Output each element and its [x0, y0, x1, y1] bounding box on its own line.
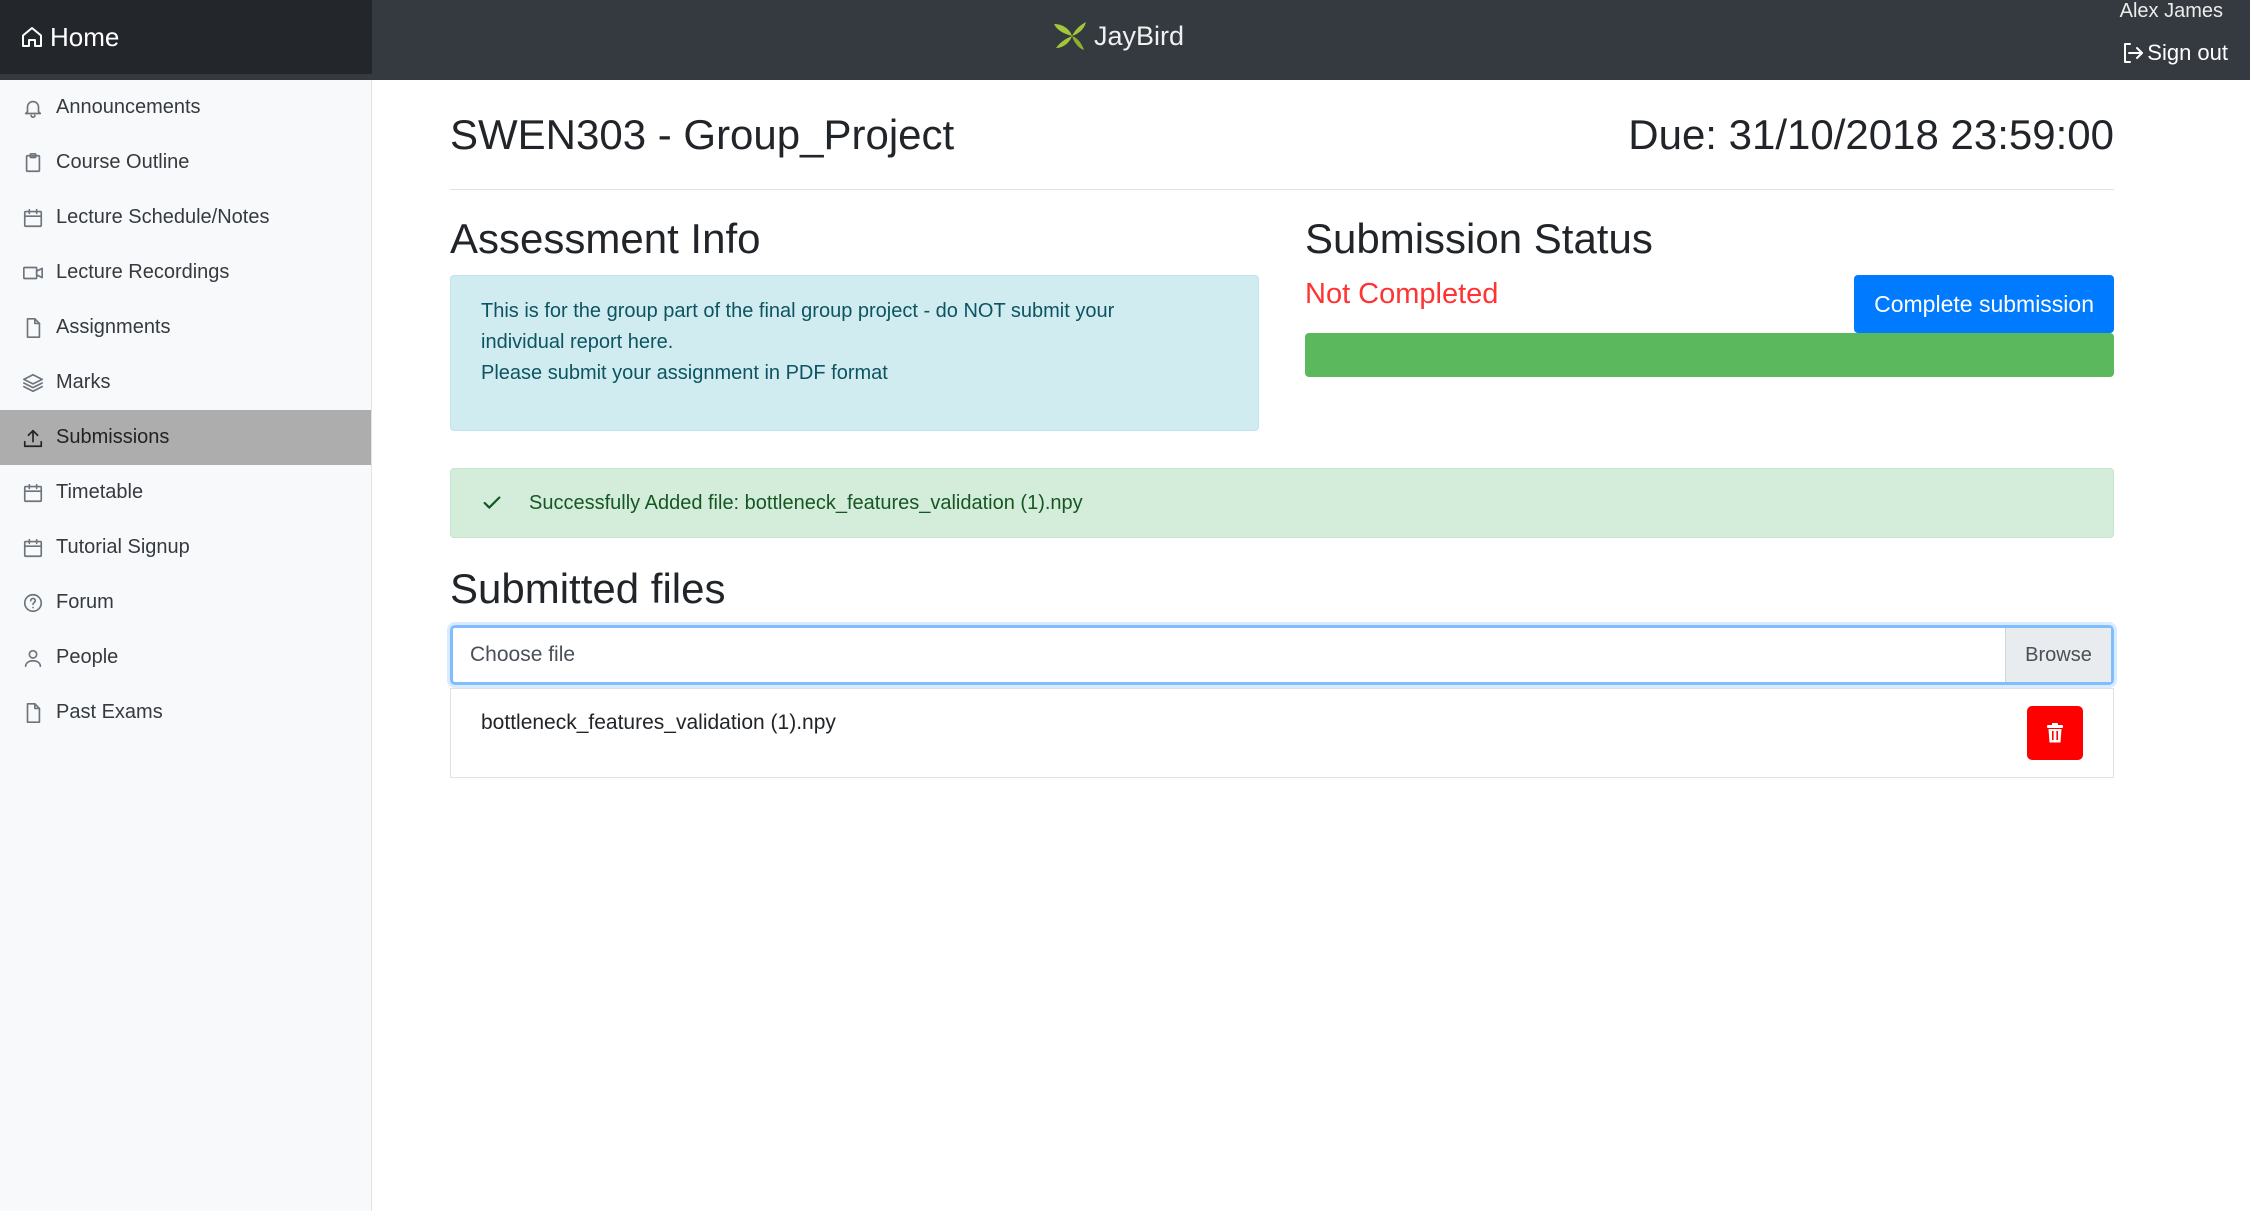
sidebar-item-people[interactable]: People	[0, 630, 371, 685]
sidebar-item-assignments[interactable]: Assignments	[0, 300, 371, 355]
calendar-icon	[23, 538, 43, 557]
sidebar-item-label: Forum	[56, 591, 114, 613]
sidebar-item-label: Assignments	[56, 316, 171, 338]
calendar-icon	[23, 208, 43, 227]
sidebar-item-label: Lecture Schedule/Notes	[56, 206, 270, 228]
assessment-info-section: Assessment Info This is for the group pa…	[450, 218, 1259, 431]
user-icon	[24, 649, 42, 667]
sidebar-item-label: Course Outline	[56, 151, 190, 173]
page-title: SWEN303 - Group_Project	[450, 110, 955, 158]
sidebar-item-label: Past Exams	[56, 701, 163, 723]
assessment-info-heading: Assessment Info	[450, 215, 761, 262]
file-icon	[26, 702, 41, 723]
status-row: Not Completed Complete submission	[1305, 275, 2114, 339]
sidebar-item-timetable[interactable]: Timetable	[0, 465, 371, 520]
sidebar-item-label: Submissions	[56, 426, 170, 448]
sidebar-item-label: People	[56, 646, 119, 668]
success-message: Successfully Added file: bottleneck_feat…	[529, 491, 1083, 514]
sidebar-item-past-exams[interactable]: Past Exams	[0, 685, 371, 740]
help-circle-icon	[23, 593, 43, 612]
sidebar-item-course-outline[interactable]: Course Outline	[0, 135, 371, 190]
sidebar-item-submissions[interactable]: Submissions	[0, 410, 371, 465]
file-icon	[26, 317, 41, 338]
file-upload-input[interactable]: Choose file Browse	[450, 625, 2114, 685]
brand-name: JayBird	[1094, 20, 1185, 51]
submitted-file-list: bottleneck_features_validation (1).npy	[450, 688, 2114, 778]
check-icon	[483, 496, 501, 509]
submission-status-heading: Submission Status	[1305, 215, 1653, 262]
sidebar: Announcements Course Outline Lecture Sch…	[0, 80, 372, 1211]
assessment-info-line: Please submit your assignment in PDF for…	[481, 362, 888, 384]
home-label: Home	[50, 21, 120, 52]
bell-icon	[24, 100, 42, 118]
sidebar-item-label: Lecture Recordings	[56, 261, 230, 283]
complete-submission-button[interactable]: Complete submission	[1854, 275, 2114, 333]
success-alert: Successfully Added file: bottleneck_feat…	[450, 468, 2114, 538]
delete-file-button[interactable]	[2027, 706, 2083, 760]
assessment-info-line: individual report here.	[481, 331, 674, 353]
sidebar-item-marks[interactable]: Marks	[0, 355, 371, 410]
sign-out-link[interactable]: Sign out	[2121, 40, 2228, 66]
jaybird-logo-icon	[1054, 22, 1086, 50]
home-link[interactable]: Home	[0, 0, 372, 74]
assessment-info-line: This is for the group part of the final …	[481, 300, 1115, 322]
brand: JayBird	[1050, 18, 1184, 54]
sidebar-item-label: Tutorial Signup	[56, 536, 190, 558]
info-status-row: Assessment Info This is for the group pa…	[450, 218, 2114, 431]
sidebar-item-announcements[interactable]: Announcements	[0, 80, 371, 135]
progress-fill	[1305, 333, 2114, 377]
browse-button[interactable]: Browse	[2005, 628, 2111, 682]
submitted-files-heading: Submitted files	[450, 565, 726, 612]
sidebar-item-label: Announcements	[56, 96, 201, 118]
list-item: bottleneck_features_validation (1).npy	[481, 711, 836, 734]
assessment-info-box: This is for the group part of the final …	[450, 275, 1259, 431]
sidebar-item-lecture-recordings[interactable]: Lecture Recordings	[0, 245, 371, 300]
user-name: Alex James	[2119, 0, 2223, 22]
sign-out-label: Sign out	[2147, 40, 2228, 65]
main-content: SWEN303 - Group_Project Due: 31/10/2018 …	[450, 80, 2114, 778]
trash-icon	[2047, 723, 2063, 743]
layers-icon	[23, 373, 43, 392]
submission-status-section: Submission Status Not Completed Complete…	[1305, 218, 2114, 431]
sidebar-item-forum[interactable]: Forum	[0, 575, 371, 630]
sidebar-item-lecture-schedule[interactable]: Lecture Schedule/Notes	[0, 190, 371, 245]
video-icon	[23, 266, 43, 279]
top-navbar: Home JayBird Alex James Sign out	[0, 0, 2250, 80]
status-badge: Not Completed	[1305, 278, 1499, 310]
clipboard-icon	[25, 152, 41, 172]
page-header: SWEN303 - Group_Project Due: 31/10/2018 …	[450, 80, 2114, 190]
upload-icon	[23, 429, 43, 447]
sign-out-icon	[2124, 43, 2144, 63]
submission-progress-bar	[1305, 333, 2114, 377]
home-icon	[22, 27, 42, 47]
sidebar-item-label: Timetable	[56, 481, 144, 503]
calendar-icon	[23, 483, 43, 502]
sidebar-item-tutorial-signup[interactable]: Tutorial Signup	[0, 520, 371, 575]
sidebar-item-label: Marks	[56, 371, 111, 393]
due-date: Due: 31/10/2018 23:59:00	[1628, 110, 2114, 158]
file-input-placeholder[interactable]: Choose file	[453, 628, 2005, 682]
